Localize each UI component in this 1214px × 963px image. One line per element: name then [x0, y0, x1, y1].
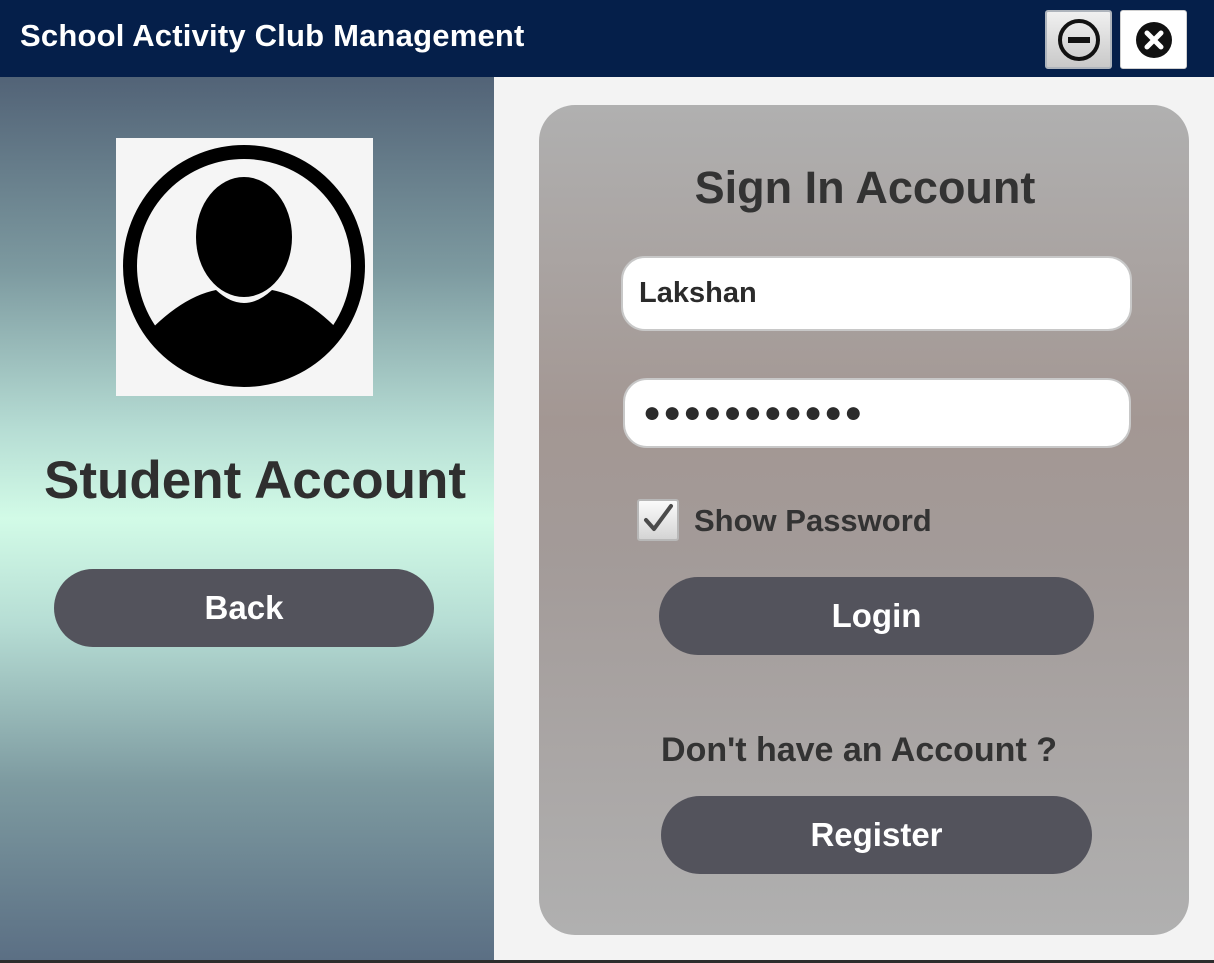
back-button[interactable]: Back: [54, 569, 434, 647]
title-bar: School Activity Club Management: [0, 0, 1214, 77]
register-prompt: Don't have an Account ?: [661, 731, 1057, 769]
user-avatar-icon: [123, 145, 365, 387]
app-title: School Activity Club Management: [20, 18, 525, 53]
close-circle-icon: [1135, 21, 1172, 58]
password-input[interactable]: ●●●●●●●●●●●: [623, 378, 1131, 448]
minimize-circle-icon: [1057, 18, 1100, 61]
sign-in-title: Sign In Account: [694, 162, 1036, 213]
avatar: [116, 138, 373, 396]
username-input[interactable]: [621, 256, 1132, 331]
login-button[interactable]: Login: [659, 577, 1094, 655]
close-button[interactable]: [1120, 10, 1187, 69]
show-password-checkbox[interactable]: [637, 499, 679, 541]
checkmark-icon: [644, 504, 673, 531]
minimize-button[interactable]: [1045, 10, 1112, 69]
left-panel: Student Account Back: [0, 77, 494, 960]
register-button[interactable]: Register: [661, 796, 1092, 874]
sign-in-card: Sign In Account ●●●●●●●●●●● Show Passwor…: [539, 105, 1189, 935]
show-password-label: Show Password: [694, 503, 932, 538]
account-type-title: Student Account: [43, 451, 466, 510]
